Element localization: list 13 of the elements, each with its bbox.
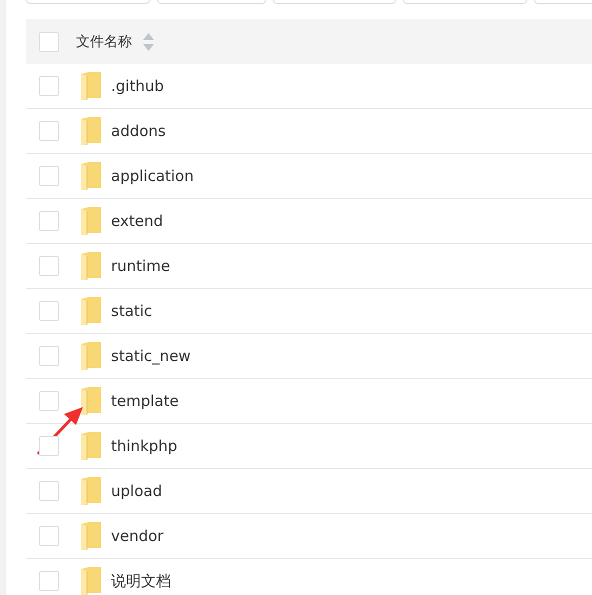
file-name[interactable]: vendor xyxy=(111,527,164,545)
file-name[interactable]: static xyxy=(111,302,152,320)
file-name[interactable]: application xyxy=(111,167,194,185)
file-name[interactable]: .github xyxy=(111,77,164,95)
file-name[interactable]: extend xyxy=(111,212,163,230)
file-name[interactable]: template xyxy=(111,392,179,410)
file-name[interactable]: static_new xyxy=(111,347,191,365)
column-header[interactable]: 文件名称 xyxy=(76,32,132,50)
file-name[interactable]: 说明文档 xyxy=(111,572,171,590)
file-name[interactable]: runtime xyxy=(111,257,170,275)
file-name[interactable]: upload xyxy=(111,482,162,500)
file-name[interactable]: thinkphp xyxy=(111,437,178,455)
file-name[interactable]: addons xyxy=(111,122,166,140)
